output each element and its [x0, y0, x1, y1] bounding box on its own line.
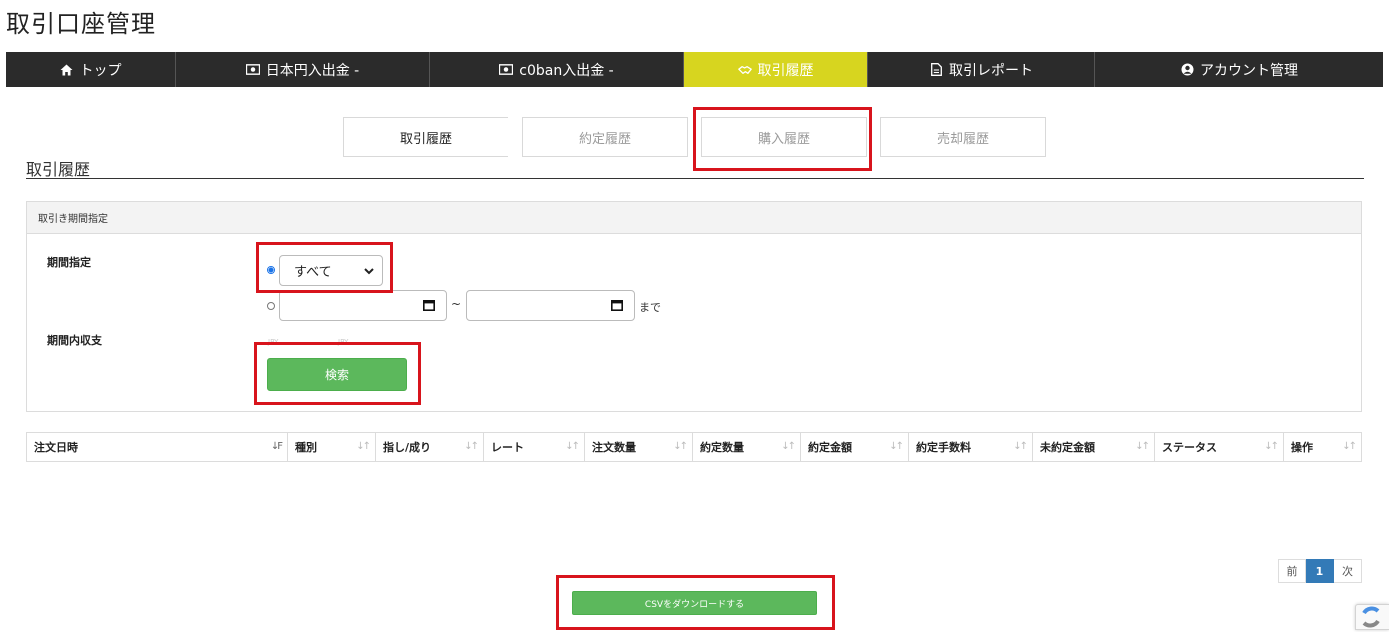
period-select-value: すべて	[294, 265, 332, 280]
col-header-exec-amount[interactable]: 約定金額 ↓↑	[801, 433, 909, 461]
period-all-radio[interactable]	[267, 266, 275, 274]
col-header-status[interactable]: ステータス ↓↑	[1155, 433, 1284, 461]
pagination-prev[interactable]: 前	[1278, 559, 1306, 583]
period-filter-panel: 取引き期間指定	[26, 201, 1362, 412]
sort-icon: ↓↑	[889, 441, 904, 452]
col-header-exec-qty[interactable]: 約定数量 ↓↑	[693, 433, 801, 461]
income-label: 期間内収支	[47, 334, 102, 347]
nav-item-trade-report[interactable]: 取引レポート	[868, 52, 1095, 87]
end-date-input[interactable]	[466, 290, 635, 321]
col-header-type[interactable]: 種別 ↓↑	[288, 433, 376, 461]
col-header-rate[interactable]: レート ↓↑	[484, 433, 585, 461]
nav-item-label: c0ban入出金 -	[519, 62, 614, 79]
sort-desc-icon: ↓F	[270, 441, 283, 452]
col-header-exec-fee[interactable]: 約定手数料 ↓↑	[909, 433, 1033, 461]
document-icon	[929, 63, 943, 77]
chevron-down-icon	[364, 265, 374, 275]
nav-item-top[interactable]: トップ	[6, 52, 176, 87]
nav-item-label: 取引履歴	[757, 62, 814, 79]
search-button[interactable]: 検索	[267, 358, 407, 391]
col-header-unexec-amount[interactable]: 未約定金額 ↓↑	[1033, 433, 1155, 461]
page-title: 取引口座管理	[6, 10, 156, 38]
subtab-execution-history[interactable]: 約定履歴	[522, 117, 688, 157]
home-icon	[60, 63, 74, 77]
handshake-icon	[737, 63, 752, 77]
section-heading: 取引履歴	[26, 160, 91, 179]
sort-icon: ↓↑	[781, 441, 796, 452]
period-select[interactable]: すべて	[279, 255, 383, 286]
recaptcha-badge[interactable]	[1355, 604, 1389, 630]
nav-item-c0ban-transfer[interactable]: c0ban入出金 -	[430, 52, 684, 87]
pagination-next[interactable]: 次	[1334, 559, 1362, 583]
income-unit: JPY	[338, 338, 349, 346]
calendar-icon[interactable]	[423, 300, 435, 311]
sort-icon: ↓↑	[464, 441, 479, 452]
range-suffix: まで	[639, 301, 661, 314]
nav-item-label: トップ	[79, 62, 122, 79]
sort-icon: ↓↑	[565, 441, 580, 452]
col-header-limit-market[interactable]: 指し/成り ↓↑	[376, 433, 484, 461]
money-icon	[499, 63, 514, 77]
heading-divider	[26, 178, 1364, 179]
col-header-order-qty[interactable]: 注文数量 ↓↑	[585, 433, 693, 461]
nav-item-trade-history[interactable]: 取引履歴	[684, 52, 868, 87]
period-label: 期間指定	[47, 256, 91, 269]
sort-icon: ↓↑	[1135, 441, 1150, 452]
income-unit: JPY	[268, 338, 279, 346]
col-header-order-datetime[interactable]: 注文日時 ↓F	[27, 433, 288, 461]
pagination: 前 1 次	[1278, 559, 1362, 583]
recaptcha-icon	[1362, 606, 1380, 628]
csv-download-button[interactable]: CSVをダウンロードする	[572, 591, 817, 615]
sort-icon: ↓↑	[1013, 441, 1028, 452]
sort-icon: ↓↑	[673, 441, 688, 452]
user-circle-icon	[1180, 63, 1194, 77]
col-header-action[interactable]: 操作 ↓↑	[1284, 433, 1361, 461]
nav-item-jpy-transfer[interactable]: 日本円入出金 -	[176, 52, 430, 87]
pagination-page[interactable]: 1	[1306, 559, 1334, 583]
start-date-input[interactable]	[279, 290, 447, 321]
money-icon	[245, 63, 260, 77]
range-separator: ~	[451, 297, 462, 311]
sort-icon: ↓↑	[356, 441, 371, 452]
nav-item-account[interactable]: アカウント管理	[1095, 52, 1383, 87]
period-range-radio[interactable]	[267, 302, 275, 310]
nav-item-label: 取引レポート	[949, 62, 1033, 79]
panel-title: 取引き期間指定	[27, 202, 1361, 234]
subtab-purchase-history[interactable]: 購入履歴	[701, 117, 867, 157]
subtab-trade-history[interactable]: 取引履歴	[343, 117, 508, 157]
sort-icon: ↓↑	[1264, 441, 1279, 452]
main-nav: トップ 日本円入出金 - c0ban入出金 - 取引履歴 取引レポート アカウン…	[6, 52, 1383, 87]
sort-icon: ↓↑	[1342, 441, 1357, 452]
nav-item-label: アカウント管理	[1200, 62, 1298, 79]
history-table-header: 注文日時 ↓F 種別 ↓↑ 指し/成り ↓↑ レート ↓↑ 注文数量 ↓↑ 約定…	[26, 432, 1362, 462]
nav-item-label: 日本円入出金 -	[265, 62, 360, 79]
calendar-icon[interactable]	[611, 300, 623, 311]
subtab-sale-history[interactable]: 売却履歴	[880, 117, 1046, 157]
